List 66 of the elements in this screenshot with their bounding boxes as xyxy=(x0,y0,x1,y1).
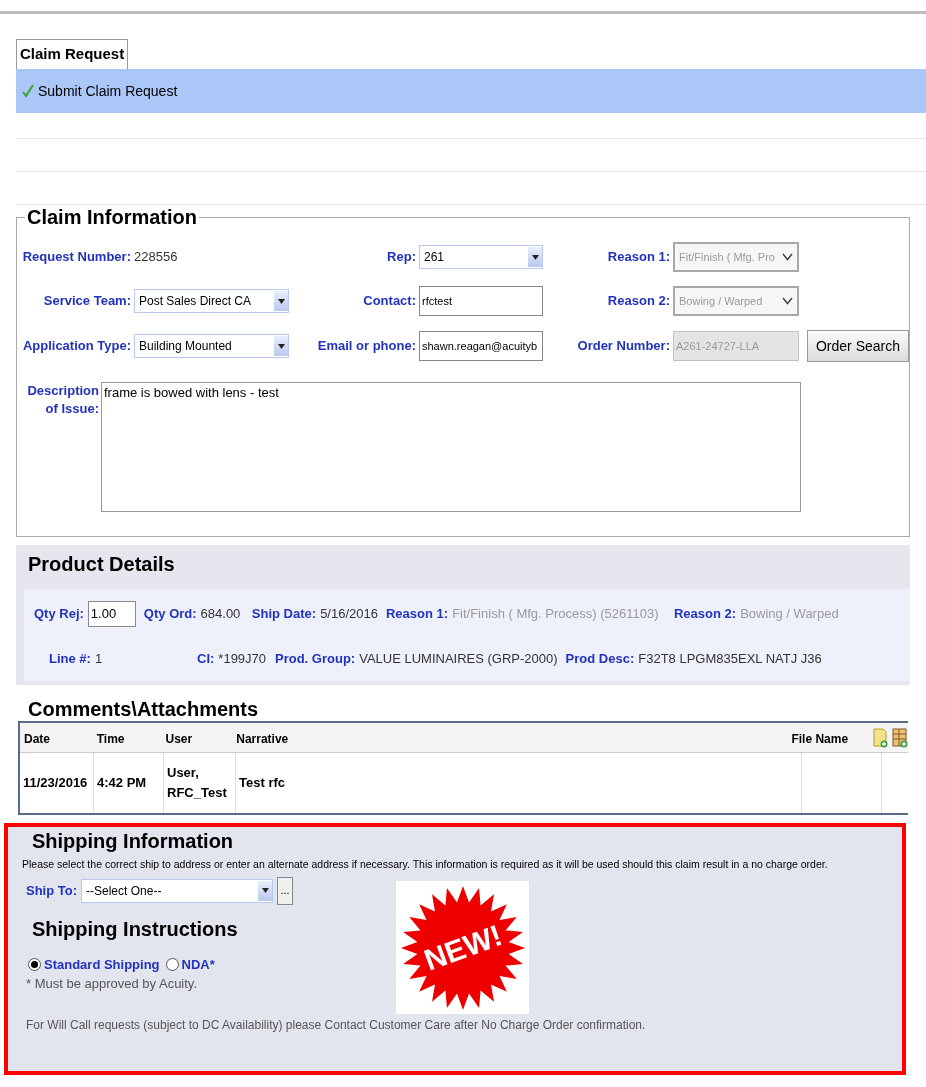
will-call-note: For Will Call requests (subject to DC Availability) please Contact Customer Care after No Charge Order confirmation. xyxy=(26,1016,646,1034)
field-label: Order Number: xyxy=(577,337,670,356)
column-header: Date xyxy=(24,731,50,746)
select-field[interactable]: --Select One-- xyxy=(81,878,274,903)
field-label: Request Number: xyxy=(22,248,131,267)
radio-button[interactable] xyxy=(28,958,41,971)
browse-button[interactable]: ... xyxy=(277,876,294,905)
field-label: Reason 1: xyxy=(607,248,670,267)
field-label: Service Team: xyxy=(43,292,131,311)
section-title: Shipping Instructions xyxy=(32,916,238,941)
text-field[interactable]: rfctest xyxy=(419,286,543,316)
field-value: F32T8 LPGM835EXL NATJ J36 xyxy=(638,650,822,668)
select-field[interactable]: 261 xyxy=(419,245,543,269)
field-label: Rep: xyxy=(387,248,416,267)
section-title: Product Details xyxy=(28,552,175,577)
notice-text: Please select the correct ship to address or enter an alternate address if necessary. This information is required as it will be used should this claim result in a no charge order. xyxy=(22,857,828,872)
check-icon xyxy=(22,84,34,98)
field-value: 228556 xyxy=(134,248,178,267)
field-label: Ship To: xyxy=(26,882,78,900)
select-field[interactable]: Post Sales Direct CA xyxy=(134,289,289,313)
quantity-field[interactable]: 1.00 xyxy=(87,601,136,627)
table-cell-text: User, RFC_Test xyxy=(167,764,228,802)
field-label: Qty Ord: xyxy=(143,605,197,624)
field-value: Bowing / Warped xyxy=(740,605,839,624)
column-header: Time xyxy=(96,731,125,746)
chevron-down-icon xyxy=(782,297,793,305)
description-textarea[interactable]: frame is bowed with lens - test xyxy=(101,382,801,512)
field-label: Reason 1: xyxy=(386,605,449,624)
tab[interactable]: Claim Request xyxy=(16,39,129,69)
radio-button[interactable] xyxy=(165,958,179,971)
field-label: Reason 2: xyxy=(607,292,670,311)
radio-label[interactable]: Standard Shipping xyxy=(44,954,160,975)
table-cell-text: 4:42 PM xyxy=(97,774,147,792)
field-value: Fit/Finish ( Mfg. Process) (5261103) xyxy=(452,605,659,624)
field-label: Description of Issue: xyxy=(26,382,99,418)
field-value: 5/16/2016 xyxy=(320,605,378,624)
field-value: 684.00 xyxy=(200,605,241,624)
field-label: Contact: xyxy=(363,292,416,311)
select-field[interactable]: Building Mounted xyxy=(134,334,289,358)
field-label: Prod Desc: xyxy=(565,650,635,668)
approval-note: * Must be approved by Acuity. xyxy=(26,975,198,994)
section-title: Comments\Attachments xyxy=(28,697,259,721)
field-value: 1 xyxy=(94,650,103,668)
radio-label[interactable]: NDA* xyxy=(181,954,215,975)
field-label: Email or phone: xyxy=(317,337,416,356)
field-label: Ship Date: xyxy=(251,605,317,624)
column-header: Narrative xyxy=(236,731,289,746)
field-label: Reason 2: xyxy=(674,605,737,624)
table-cell-text: Test rfc xyxy=(239,774,285,792)
field-label: Line #: xyxy=(49,650,91,668)
field-label: Application Type: xyxy=(22,337,131,356)
table-cell-text: 11/23/2016 xyxy=(23,774,88,792)
column-header: File Name xyxy=(791,731,849,746)
order-search-button[interactable]: Order Search xyxy=(806,330,909,362)
submit-claim-request-link[interactable]: Submit Claim Request xyxy=(38,80,178,102)
text-field[interactable]: shawn.reagan@acuityb xyxy=(419,331,543,361)
field-label: Qty Rej: xyxy=(34,605,84,624)
field-label: CI: xyxy=(197,650,215,668)
add-table-icon[interactable] xyxy=(892,727,908,748)
field-value: *199J70 xyxy=(218,650,267,668)
field-label: Prod. Group: xyxy=(275,650,356,668)
section-title: Shipping Information xyxy=(32,829,234,853)
field-value: VALUE LUMINAIRES (GRP-2000) xyxy=(359,650,558,668)
add-note-icon[interactable] xyxy=(872,727,888,748)
column-header: User xyxy=(165,731,193,746)
chevron-down-icon xyxy=(782,253,793,261)
